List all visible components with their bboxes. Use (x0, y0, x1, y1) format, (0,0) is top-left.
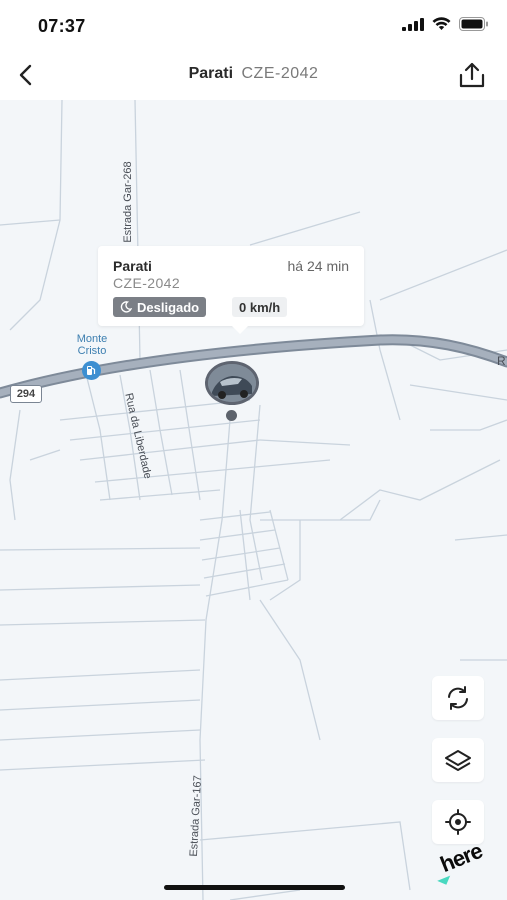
speed-badge: 0 km/h (232, 297, 288, 317)
moon-icon (120, 301, 132, 313)
signal-icon (402, 17, 424, 31)
popup-tail (232, 326, 248, 334)
popup-last-update: há 24 min (287, 258, 349, 274)
vehicle-position-dot (226, 410, 237, 421)
status-badge: Desligado (113, 297, 207, 317)
page-title: Parati CZE-2042 (0, 65, 507, 83)
status-badge-label: Desligado (137, 299, 200, 315)
road-shield: 294 (10, 385, 42, 403)
poi-label: Monte Cristo (76, 333, 108, 357)
vehicle-plate: CZE-2042 (241, 65, 319, 82)
car-photo-icon (208, 364, 256, 402)
status-bar: 07:37 (0, 0, 507, 50)
vehicle-name: Parati (188, 65, 234, 82)
locate-icon (445, 809, 471, 835)
status-time: 07:37 (38, 16, 86, 36)
layers-button[interactable] (432, 738, 484, 782)
poi-marker[interactable] (82, 361, 101, 380)
share-button[interactable] (455, 58, 489, 92)
vehicle-marker[interactable] (205, 361, 259, 405)
speed-value: 0 km/h (239, 299, 281, 315)
home-indicator (164, 885, 345, 890)
wifi-icon (432, 17, 451, 30)
vehicle-info-popup[interactable]: Parati há 24 min CZE-2042 Desligado 0 km… (98, 246, 364, 334)
road-label-estrada-gar-268: Estrada Gar-268 (122, 161, 134, 243)
share-icon (459, 62, 485, 88)
battery-icon (459, 17, 488, 31)
popup-vehicle-name: Parati (113, 258, 152, 274)
map-roads (0, 100, 507, 900)
navigation-bar: Parati CZE-2042 (0, 50, 507, 100)
road-label-highway-edge: R (497, 354, 506, 368)
refresh-button[interactable] (432, 676, 484, 720)
map-view[interactable]: Estrada Gar-268 Rua da Liberdade Estrada… (0, 100, 507, 900)
layers-icon (445, 750, 471, 771)
refresh-icon (448, 686, 468, 710)
fuel-pump-icon (87, 366, 96, 375)
road-shield-number: 294 (16, 388, 36, 400)
popup-vehicle-plate: CZE-2042 (113, 275, 181, 291)
status-icons (402, 17, 489, 31)
